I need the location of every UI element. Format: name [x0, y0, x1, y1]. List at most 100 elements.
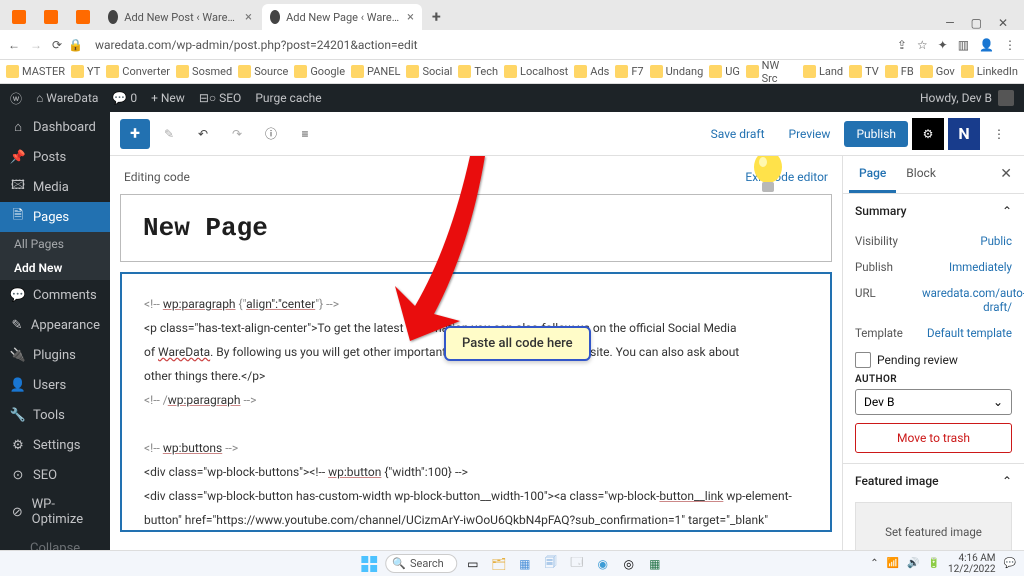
- star-icon[interactable]: ☆: [917, 38, 928, 52]
- pending-review-row[interactable]: Pending review: [855, 346, 1012, 374]
- share-icon[interactable]: ⇪: [897, 38, 907, 52]
- summary-header[interactable]: Summary ⌃: [843, 194, 1024, 228]
- new-tab-button[interactable]: +: [424, 3, 449, 30]
- sidebar-item-plugins[interactable]: 🔌Plugins: [0, 340, 110, 370]
- publish-button[interactable]: Publish: [844, 121, 908, 147]
- set-featured-image-button[interactable]: Set featured image: [855, 502, 1012, 550]
- checkbox-icon[interactable]: [855, 352, 871, 368]
- bookmark-item[interactable]: Localhost: [504, 65, 568, 78]
- template-value[interactable]: Default template: [927, 326, 1012, 340]
- sidebar-item-posts[interactable]: 📌Posts: [0, 142, 110, 172]
- close-icon[interactable]: ✕: [998, 16, 1008, 30]
- sidebar-item-dashboard[interactable]: ⌂Dashboard: [0, 112, 110, 142]
- bookmark-item[interactable]: UG: [709, 65, 740, 78]
- taskbar-search[interactable]: 🔍 Search: [385, 554, 457, 573]
- howdy-label[interactable]: Howdy, Dev B: [920, 91, 992, 105]
- move-to-trash-button[interactable]: Move to trash: [855, 423, 1012, 453]
- tab-close-icon[interactable]: ×: [407, 10, 414, 25]
- sidebar-item-wpoptimize[interactable]: ⊘WP-Optimize: [0, 490, 110, 534]
- redo-button[interactable]: ↷: [222, 119, 252, 149]
- task-view-icon[interactable]: ▭: [463, 554, 483, 574]
- bookmark-item[interactable]: PANEL: [351, 65, 400, 78]
- undo-button[interactable]: ↶: [188, 119, 218, 149]
- app-icon[interactable]: 🗔: [567, 554, 587, 574]
- excel-icon[interactable]: ▦: [645, 554, 665, 574]
- plugin-n-button[interactable]: N: [948, 118, 980, 150]
- bookmark-item[interactable]: Ads: [574, 65, 609, 78]
- extensions-icon[interactable]: ✦: [938, 38, 948, 52]
- bookmark-item[interactable]: Land: [803, 65, 843, 78]
- clock[interactable]: 4:16 AM 12/2/2022: [948, 553, 996, 575]
- battery-icon[interactable]: 🔋: [928, 558, 940, 569]
- save-draft-button[interactable]: Save draft: [701, 121, 775, 147]
- sidebar-item-users[interactable]: 👤Users: [0, 370, 110, 400]
- sidebar-item-comments[interactable]: 💬Comments: [0, 280, 110, 310]
- publish-value[interactable]: Immediately: [949, 260, 1012, 274]
- bookmark-item[interactable]: FB: [885, 65, 914, 78]
- url-field[interactable]: waredata.com/wp-admin/post.php?post=2420…: [89, 38, 891, 52]
- edge-icon[interactable]: ◉: [593, 554, 613, 574]
- tools-button[interactable]: ✎: [154, 119, 184, 149]
- bookmark-item[interactable]: Sosmed: [176, 65, 232, 78]
- sidebar-item-settings[interactable]: ⚙Settings: [0, 430, 110, 460]
- explorer-icon[interactable]: 🗂: [489, 554, 509, 574]
- sidebar-item-seo[interactable]: ⊙SEO: [0, 460, 110, 490]
- wifi-icon[interactable]: 📶: [887, 558, 899, 569]
- site-link[interactable]: ⌂ WareData: [36, 91, 98, 105]
- browser-tab-active[interactable]: Add New Page ‹ WareData — W…×: [262, 4, 422, 30]
- visibility-value[interactable]: Public: [980, 234, 1012, 248]
- tray-chevron-icon[interactable]: ⌃: [870, 558, 878, 569]
- avatar-icon[interactable]: [998, 90, 1014, 106]
- add-block-button[interactable]: +: [120, 119, 150, 149]
- new-content-button[interactable]: + New: [151, 91, 185, 105]
- notifications-icon[interactable]: 💬: [1004, 558, 1016, 569]
- forward-icon[interactable]: →: [30, 38, 42, 52]
- bookmark-item[interactable]: Undang: [650, 65, 704, 78]
- start-icon[interactable]: [359, 554, 379, 574]
- bookmark-item[interactable]: Gov: [920, 65, 955, 78]
- bookmark-item[interactable]: Source: [238, 65, 288, 78]
- sidebar-item-media[interactable]: 🖾Media: [0, 172, 110, 202]
- sidebar-sub-all-pages[interactable]: All Pages: [0, 232, 110, 256]
- bookmark-item[interactable]: Tech: [458, 65, 498, 78]
- bookmark-item[interactable]: F7: [615, 65, 643, 78]
- reader-icon[interactable]: ▥: [958, 38, 969, 52]
- tab-page[interactable]: Page: [849, 156, 896, 193]
- options-button[interactable]: ⋮: [984, 119, 1014, 149]
- browser-tab[interactable]: [68, 4, 98, 30]
- seo-menu[interactable]: ⊟○ SEO: [199, 91, 241, 105]
- volume-icon[interactable]: 🔊: [907, 558, 919, 569]
- maximize-icon[interactable]: ▢: [971, 16, 982, 30]
- purge-cache-button[interactable]: Purge cache: [255, 91, 321, 105]
- bookmark-item[interactable]: MASTER: [6, 65, 65, 78]
- outline-button[interactable]: ≡: [290, 119, 320, 149]
- wp-logo-icon[interactable]: ⓦ: [10, 90, 22, 107]
- lock-icon[interactable]: 🔒: [68, 38, 83, 52]
- sidebar-collapse[interactable]: ◁Collapse menu: [0, 534, 110, 550]
- panel-close-icon[interactable]: ✕: [994, 156, 1018, 193]
- sidebar-sub-add-new[interactable]: Add New: [0, 256, 110, 280]
- menu-icon[interactable]: ⋮: [1004, 38, 1016, 52]
- chrome-icon[interactable]: ◎: [619, 554, 639, 574]
- bookmark-item[interactable]: TV: [849, 65, 879, 78]
- preview-button[interactable]: Preview: [779, 121, 841, 147]
- reload-icon[interactable]: ⟳: [52, 38, 62, 52]
- settings-gear-button[interactable]: ⚙: [912, 118, 944, 150]
- browser-tab[interactable]: [36, 4, 66, 30]
- author-select[interactable]: Dev B⌄: [855, 389, 1012, 415]
- tab-close-icon[interactable]: ×: [245, 10, 252, 25]
- bookmark-item[interactable]: LinkedIn: [961, 65, 1018, 78]
- sidebar-item-tools[interactable]: 🔧Tools: [0, 400, 110, 430]
- comments-indicator[interactable]: 💬 0: [112, 91, 137, 105]
- browser-tab[interactable]: [4, 4, 34, 30]
- browser-tab[interactable]: Add New Post ‹ WareData — W…×: [100, 4, 260, 30]
- minimize-icon[interactable]: —: [945, 16, 954, 30]
- featured-image-header[interactable]: Featured image ⌃: [843, 464, 1024, 498]
- bookmark-item[interactable]: NW Src: [746, 59, 797, 85]
- bookmark-item[interactable]: Converter: [106, 65, 170, 78]
- bookmark-item[interactable]: Google: [294, 65, 345, 78]
- app-icon[interactable]: 🗐: [541, 554, 561, 574]
- bookmark-item[interactable]: YT: [71, 65, 100, 78]
- tab-block[interactable]: Block: [896, 156, 946, 193]
- back-icon[interactable]: ←: [8, 38, 20, 52]
